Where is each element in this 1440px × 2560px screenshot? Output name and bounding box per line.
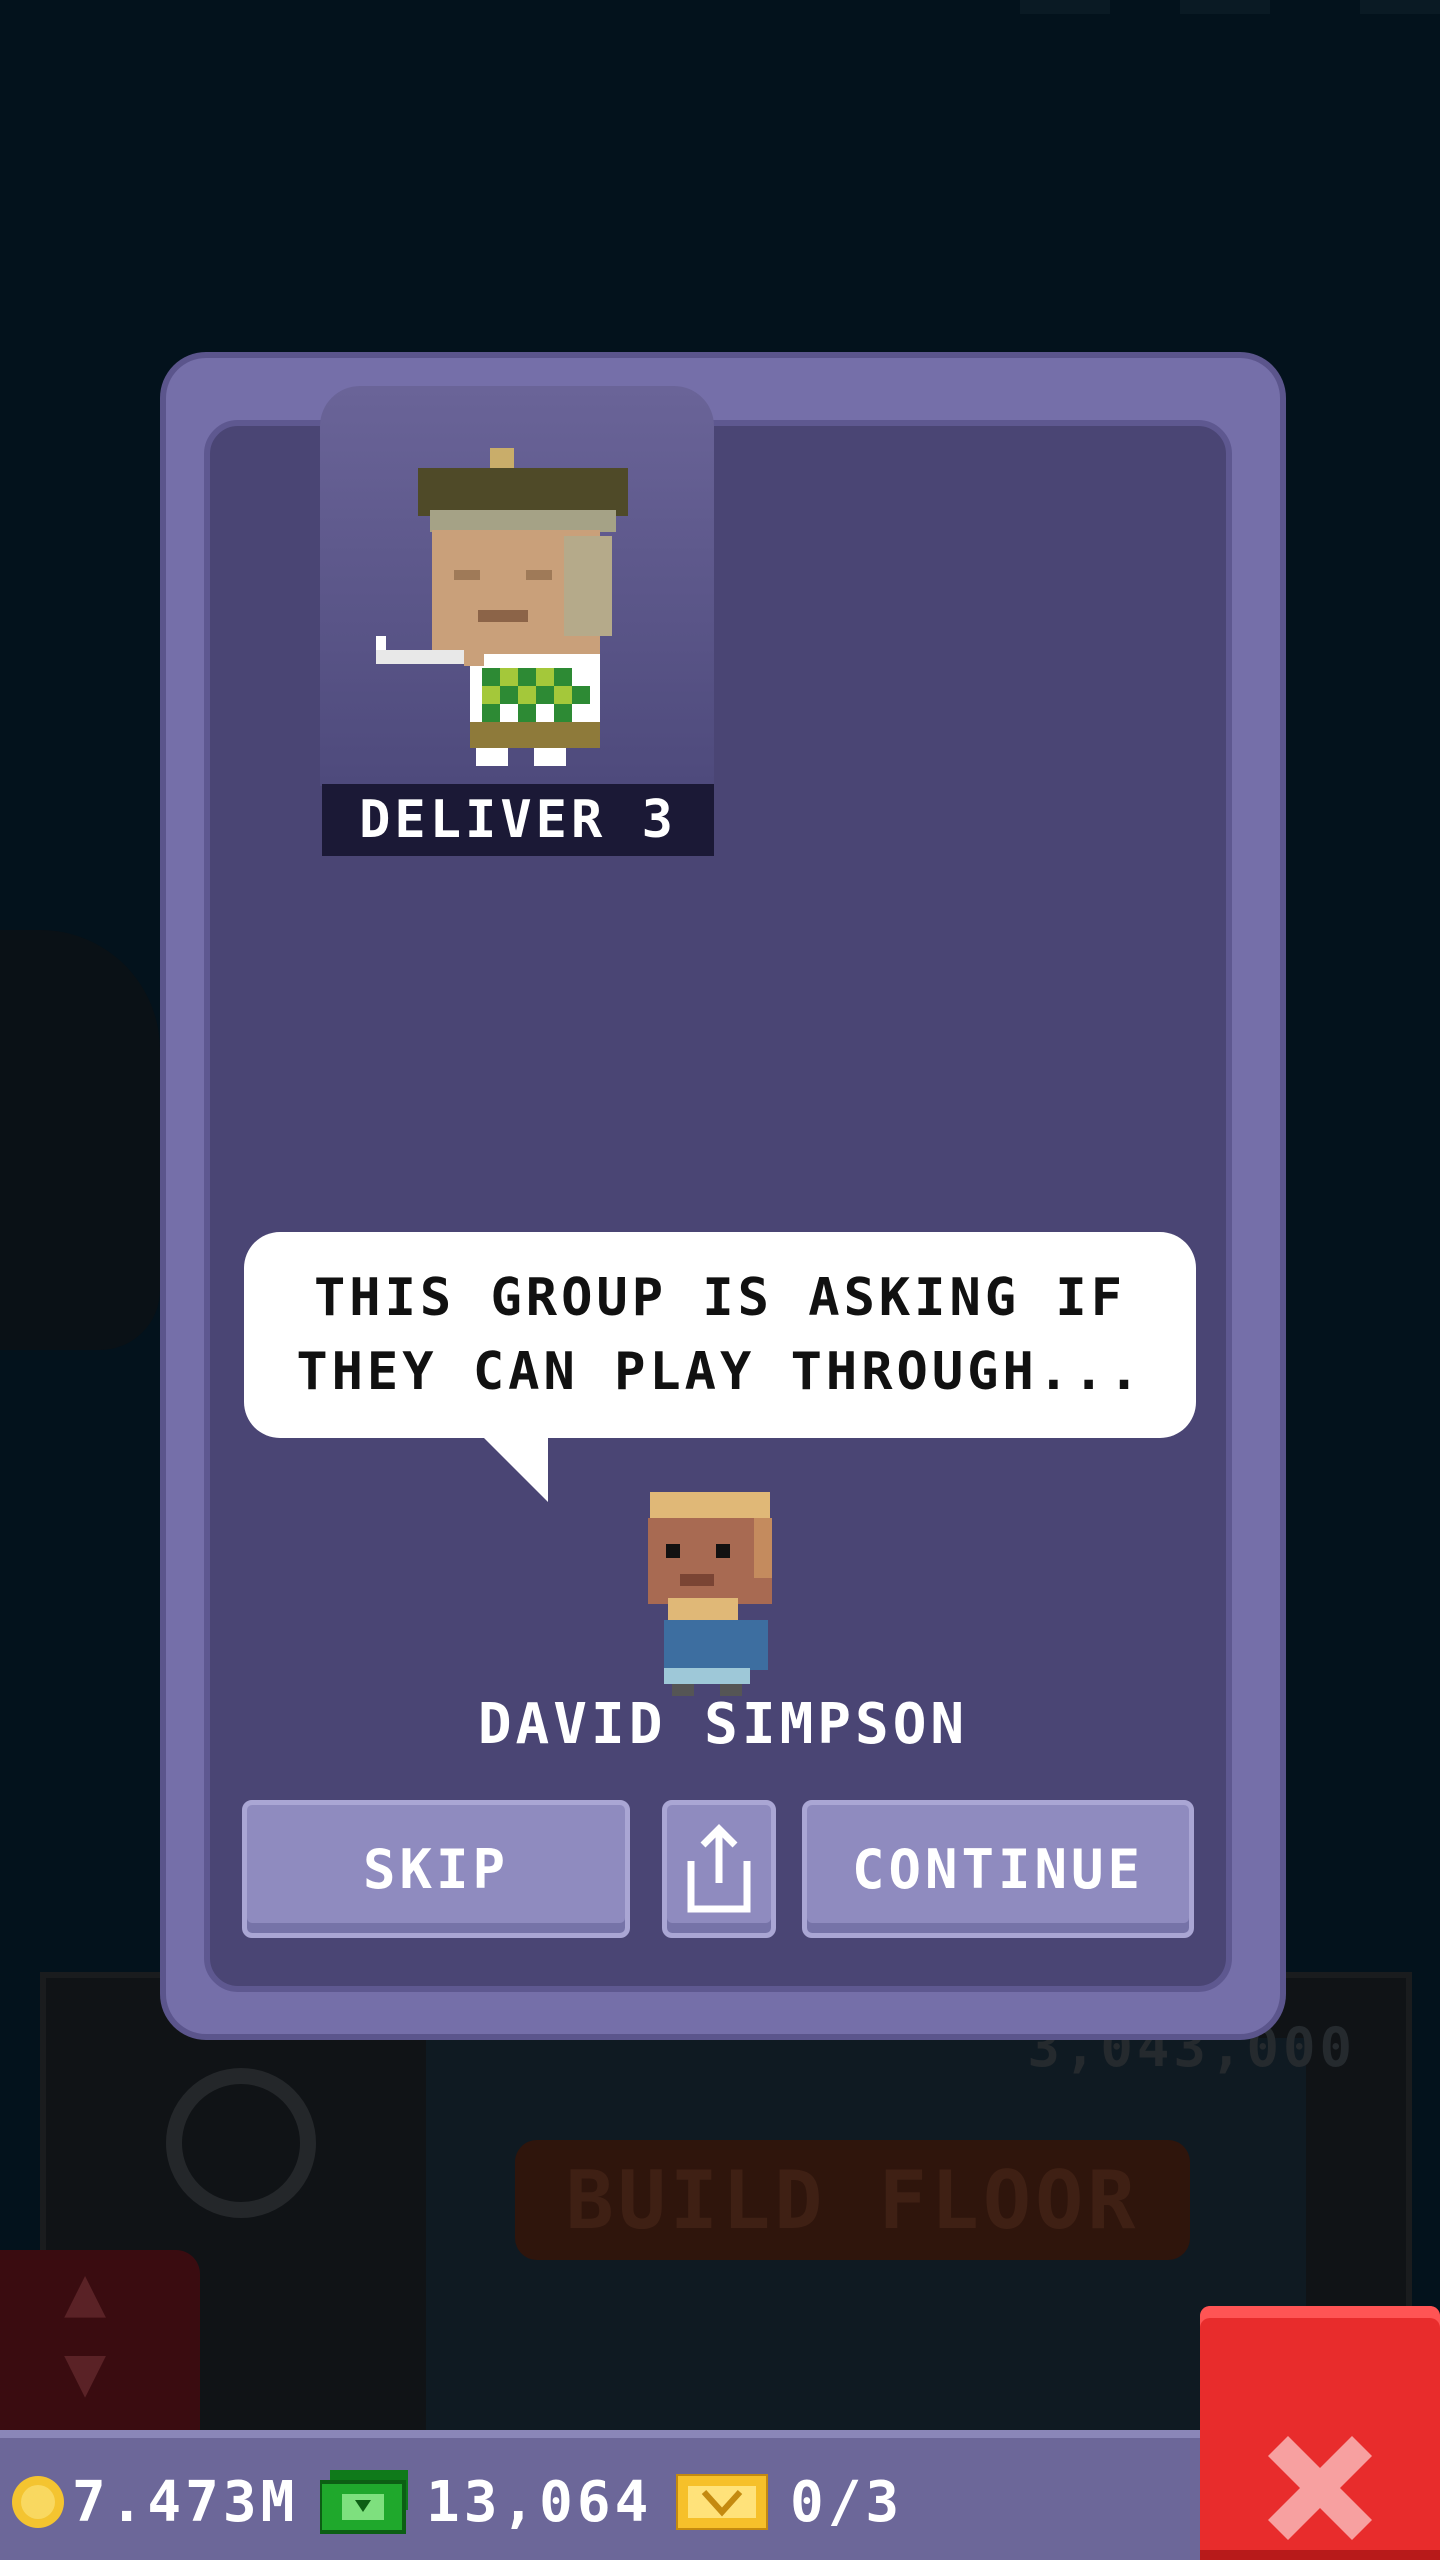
tickets-value: 0/3 xyxy=(790,2469,904,2535)
coin-icon xyxy=(12,2476,64,2528)
gear-icon xyxy=(166,2068,316,2218)
message-line-2: THEY CAN PLAY THROUGH... xyxy=(296,1342,1144,1402)
speaker-name: DAVID SIMPSON xyxy=(477,1692,969,1757)
speech-bubble-tail xyxy=(482,1436,548,1502)
top-strip xyxy=(1360,0,1440,14)
bitizen-avatar xyxy=(648,1492,772,1696)
message-line-1: THIS GROUP IS ASKING IF xyxy=(313,1268,1127,1328)
task-label: DELIVER 3 xyxy=(322,784,714,856)
speaker-avatar xyxy=(640,1488,780,1698)
elevator-button: ▲ ▼ xyxy=(0,2250,200,2430)
close-button[interactable] xyxy=(1200,2306,1440,2560)
tickets-stat: 0/3 xyxy=(676,2469,904,2535)
coins-value: 7.473M xyxy=(72,2469,299,2535)
build-floor-button: BUILD FLOOR xyxy=(515,2140,1190,2260)
speech-bubble: THIS GROUP IS ASKING IF THEY CAN PLAY TH… xyxy=(244,1232,1196,1438)
skip-button[interactable]: SKIP xyxy=(242,1800,630,1938)
bux-icon xyxy=(320,2470,408,2534)
continue-button[interactable]: CONTINUE xyxy=(802,1800,1194,1938)
share-icon xyxy=(687,1824,751,1913)
close-icon xyxy=(1268,2436,1372,2540)
background-cloud xyxy=(0,930,160,1350)
skip-label: SKIP xyxy=(362,1837,510,1901)
vip-portrait: DELIVER 3 xyxy=(310,386,714,866)
portrait-frame xyxy=(320,386,714,786)
top-strip xyxy=(1020,0,1110,14)
ticket-icon xyxy=(676,2474,768,2530)
continue-label: CONTINUE xyxy=(851,1837,1145,1901)
golfer-avatar xyxy=(376,448,628,766)
top-strip xyxy=(1180,0,1270,14)
coins-stat: 7.473M xyxy=(10,2469,299,2535)
resource-bar: 7.473M 13,064 0/3 xyxy=(0,2430,1200,2560)
bux-value: 13,064 xyxy=(426,2469,653,2535)
arrow-down-icon: ▼ xyxy=(64,2330,107,2412)
arrow-up-icon: ▲ xyxy=(64,2250,107,2332)
bux-stat: 13,064 xyxy=(320,2469,653,2535)
share-button[interactable] xyxy=(662,1800,776,1938)
